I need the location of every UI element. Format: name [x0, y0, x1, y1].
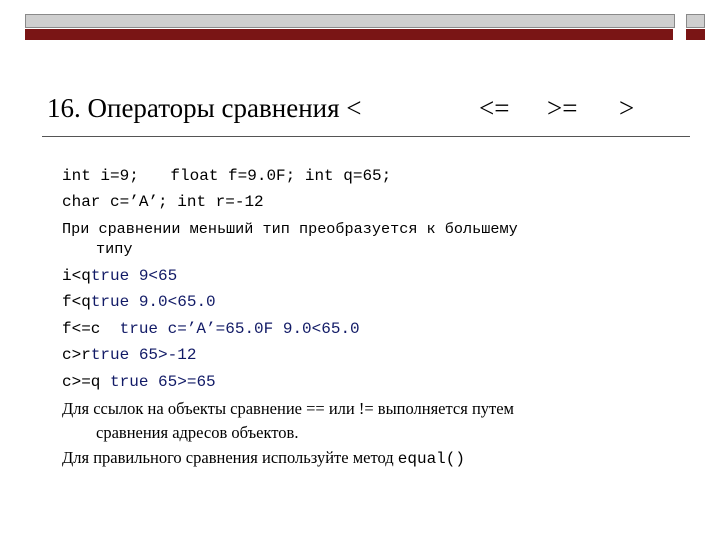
code-line-declarations-2: char c=’A’; int r=-12	[62, 193, 264, 211]
expr: i<q	[62, 267, 91, 285]
code-int-i: int i=9;	[62, 167, 139, 185]
comparison-c-ge-q: c>=q true 65>=65	[62, 373, 216, 391]
result: true	[90, 267, 130, 285]
code-int-r: int r=-12	[177, 193, 264, 211]
result: true	[90, 293, 130, 311]
code-line-declarations-1: int i=9; float f=9.0F; int q=65;	[62, 167, 391, 185]
expr: f<=c	[62, 320, 101, 338]
title-text: 16. Операторы сравнения <	[47, 93, 362, 123]
top-bar-red	[25, 29, 673, 40]
code-char-c: char c=’A’;	[62, 193, 168, 211]
conversion-note-cont: типу	[96, 240, 133, 258]
conversion-note: При сравнении меньший тип преобразуется …	[62, 220, 518, 238]
comparison-f-lt-q: f<qtrue 9.0<65.0	[62, 293, 216, 311]
code-float-f-int-q: float f=9.0F; int q=65;	[170, 167, 392, 185]
top-bar-gray	[25, 14, 675, 28]
equals-text: Для правильного сравнения используйте ме…	[62, 448, 394, 467]
explanation: 65>-12	[138, 346, 197, 364]
slide-title: 16. Операторы сравнения < <= >= >	[47, 93, 687, 129]
comparison-i-lt-q: i<qtrue 9<65	[62, 267, 177, 285]
expr: c>=q	[62, 373, 101, 391]
corner-box-red	[686, 29, 705, 40]
title-operator-ge: >=	[547, 93, 578, 123]
reference-comparison-note-cont: сравнения адресов объектов.	[96, 423, 299, 442]
expr: f<q	[62, 293, 91, 311]
expr: c>r	[62, 346, 91, 364]
explanation: c=’A’=65.0F 9.0<65.0	[167, 320, 360, 338]
title-underline	[42, 136, 690, 137]
equals-method-note: Для правильного сравнения используйте ме…	[62, 448, 465, 468]
equal-method-code: equal()	[397, 450, 465, 468]
reference-comparison-note: Для ссылок на объекты сравнение == или !…	[62, 399, 515, 418]
comparison-f-le-c: f<=c true c=’A’=65.0F 9.0<65.0	[62, 320, 360, 338]
explanation: 9<65	[138, 267, 178, 285]
result: true	[119, 320, 159, 338]
title-operator-gt: >	[619, 93, 635, 123]
title-operator-le: <=	[479, 93, 510, 123]
comparison-c-gt-r: c>rtrue 65>-12	[62, 346, 196, 364]
corner-box-gray	[686, 14, 705, 28]
result: true	[90, 346, 130, 364]
explanation: 9.0<65.0	[138, 293, 216, 311]
result: true	[110, 373, 149, 391]
explanation: 65>=65	[158, 373, 216, 391]
